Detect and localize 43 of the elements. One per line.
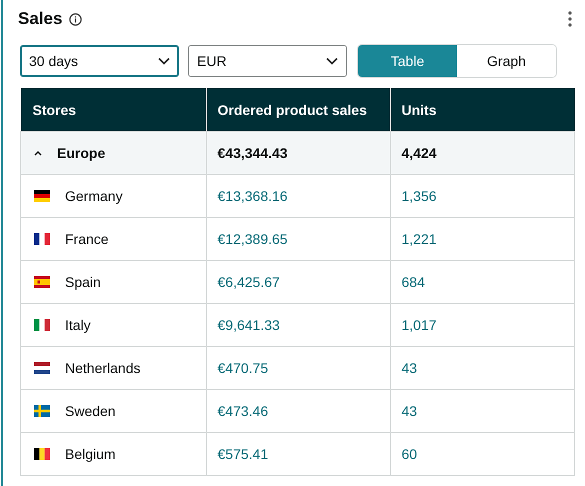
column-header: Stores: [20, 88, 206, 132]
flag-icon: [34, 190, 50, 202]
column-header: Units: [390, 88, 574, 132]
table-cell: 60: [390, 432, 574, 476]
table-cell: 43: [390, 390, 574, 432]
table-cell: 1,356: [390, 174, 574, 218]
chevron-down-icon: [326, 57, 338, 65]
store-name: Netherlands: [65, 360, 140, 376]
store-name: Belgium: [65, 446, 116, 462]
table-cell: €43,344.43: [206, 132, 390, 174]
table-cell: €13,368.16: [206, 174, 390, 218]
table-cell: 4,424: [390, 132, 574, 174]
store-name: Spain: [65, 274, 101, 290]
table-cell: 684: [390, 260, 574, 304]
store-name: France: [65, 231, 109, 247]
flag-icon: [34, 448, 50, 460]
column-header: Ordered product sales: [206, 88, 390, 132]
info-icon[interactable]: [69, 12, 82, 26]
table-cell: €470.75: [206, 346, 390, 390]
table-cell: €575.41: [206, 432, 390, 476]
table-cell: €6,425.67: [206, 260, 390, 304]
card-title: Sales: [18, 9, 62, 29]
flag-icon: [34, 362, 50, 374]
collapse-caret-icon[interactable]: [34, 150, 42, 156]
chevron-down-icon: [158, 57, 170, 65]
table-cell: €473.46: [206, 390, 390, 432]
table-cell: 1,221: [390, 218, 574, 260]
store-name: Sweden: [65, 403, 116, 419]
flag-icon: [34, 319, 50, 331]
flag-icon: [34, 405, 50, 417]
group-name: Europe: [57, 145, 106, 161]
dropdown[interactable]: 30 days: [20, 45, 179, 77]
table-cell: 43: [390, 346, 574, 390]
flag-icon: [34, 276, 50, 288]
flag-icon: [34, 233, 50, 245]
table-cell: €9,641.33: [206, 304, 390, 346]
dropdown[interactable]: EUR: [188, 45, 347, 77]
more-options-icon[interactable]: [568, 11, 572, 27]
table-cell: €12,389.65: [206, 218, 390, 260]
store-name: Italy: [65, 317, 91, 333]
view-tab[interactable]: Table: [358, 45, 457, 77]
store-name: Germany: [65, 188, 123, 204]
table-cell: 1,017: [390, 304, 574, 346]
